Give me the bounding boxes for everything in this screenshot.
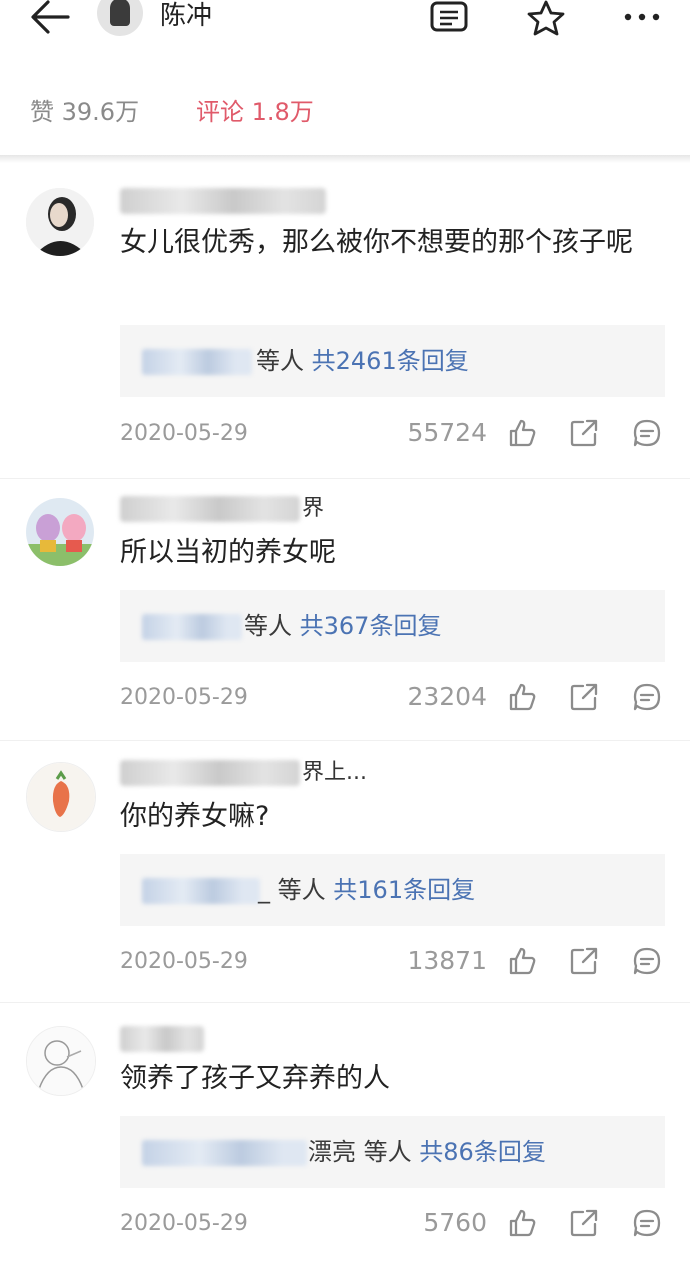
like-count: 13871 xyxy=(407,946,487,975)
thumbs-up-icon[interactable] xyxy=(507,682,537,712)
comment-text: 女儿很优秀，那么被你不想要的那个孩子呢 xyxy=(120,227,633,258)
like-count: 55724 xyxy=(407,418,487,447)
stats-row: 赞 39.6万 评论 1.8万 xyxy=(0,80,690,154)
reply-users: _ 等人 xyxy=(258,876,326,904)
username-visible-part: 界上... xyxy=(302,760,367,785)
comment-text: 你的养女嘛? xyxy=(120,801,270,832)
top-bar: 陈冲 xyxy=(0,0,690,36)
like-count: 23204 xyxy=(407,682,487,711)
share-icon[interactable] xyxy=(569,1208,599,1238)
divider xyxy=(0,1002,690,1003)
username-blurred[interactable] xyxy=(120,496,300,522)
reply-summary[interactable]: _ 等人 共161条回复 xyxy=(120,854,665,926)
reply-users: 等人 xyxy=(256,347,304,375)
comment-date: 2020-05-29 xyxy=(120,421,248,446)
username-blurred[interactable] xyxy=(120,188,326,214)
avatar[interactable] xyxy=(26,188,94,256)
comment-meta: 2020-05-29 23204 xyxy=(120,680,665,716)
comment-text: 领养了孩子又弃养的人 xyxy=(120,1063,390,1094)
header-divider xyxy=(0,155,690,163)
star-icon xyxy=(527,0,565,36)
author-avatar[interactable] xyxy=(97,0,143,36)
comment-item: 界 所以当初的养女呢 等人 共367条回复 2020-05-29 23204 xyxy=(0,490,690,730)
comment-bubble-icon[interactable] xyxy=(632,418,662,448)
divider xyxy=(0,740,690,741)
author-name[interactable]: 陈冲 xyxy=(160,1,212,31)
comment-meta: 2020-05-29 13871 xyxy=(120,944,665,980)
comments-tab[interactable]: 评论 1.8万 xyxy=(196,96,314,128)
reply-summary[interactable]: 等人 共2461条回复 xyxy=(120,325,665,397)
reply-count-link[interactable]: 共2461条回复 xyxy=(312,347,469,375)
comment-bubble-icon[interactable] xyxy=(632,946,662,976)
avatar[interactable] xyxy=(26,762,96,832)
reply-summary[interactable]: 漂亮 等人 共86条回复 xyxy=(120,1116,665,1188)
reply-summary[interactable]: 等人 共367条回复 xyxy=(120,590,665,662)
document-list-button[interactable] xyxy=(430,0,468,36)
comment-item: 女儿很优秀，那么被你不想要的那个孩子呢 等人 共2461条回复 2020-05-… xyxy=(0,180,690,470)
divider xyxy=(0,478,690,479)
like-count: 5760 xyxy=(423,1208,487,1237)
more-dots-icon xyxy=(624,13,660,21)
username-blurred[interactable] xyxy=(120,1026,204,1052)
favorite-button[interactable] xyxy=(526,0,566,36)
reply-users: 等人 xyxy=(244,612,292,640)
thumbs-up-icon[interactable] xyxy=(507,946,537,976)
share-icon[interactable] xyxy=(569,682,599,712)
comment-date: 2020-05-29 xyxy=(120,949,248,974)
username-blurred[interactable] xyxy=(120,760,300,786)
comment-date: 2020-05-29 xyxy=(120,1211,248,1236)
thumbs-up-icon[interactable] xyxy=(507,418,537,448)
reply-count-link[interactable]: 共367条回复 xyxy=(300,612,442,640)
reply-count-link[interactable]: 共86条回复 xyxy=(419,1138,546,1166)
comment-item: 界上... 你的养女嘛? _ 等人 共161条回复 2020-05-29 138… xyxy=(0,754,690,994)
comment-text: 所以当初的养女呢 xyxy=(120,537,336,568)
avatar[interactable] xyxy=(26,1026,96,1096)
comment-bubble-icon[interactable] xyxy=(632,682,662,712)
comment-meta: 2020-05-29 55724 xyxy=(120,416,665,452)
more-button[interactable] xyxy=(620,0,664,36)
comment-item: 领养了孩子又弃养的人 漂亮 等人 共86条回复 2020-05-29 5760 xyxy=(0,1018,690,1258)
arrow-left-icon xyxy=(31,0,70,34)
share-icon[interactable] xyxy=(569,946,599,976)
reply-users: 漂亮 等人 xyxy=(308,1138,412,1166)
avatar[interactable] xyxy=(26,498,94,566)
comment-date: 2020-05-29 xyxy=(120,685,248,710)
share-icon[interactable] xyxy=(569,418,599,448)
thumbs-up-icon[interactable] xyxy=(507,1208,537,1238)
username-visible-part: 界 xyxy=(302,496,325,521)
comment-bubble-icon[interactable] xyxy=(632,1208,662,1238)
document-list-icon xyxy=(430,1,468,32)
back-button[interactable] xyxy=(28,0,72,36)
reply-count-link[interactable]: 共161条回复 xyxy=(333,876,475,904)
likes-tab[interactable]: 赞 39.6万 xyxy=(30,96,139,128)
comment-meta: 2020-05-29 5760 xyxy=(120,1206,665,1242)
